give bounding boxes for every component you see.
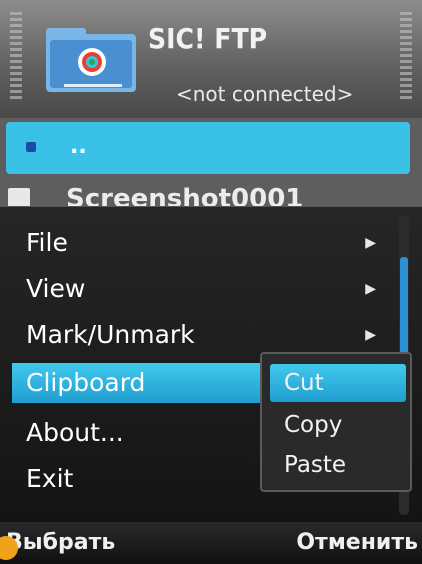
submenu-item-label: Cut bbox=[284, 370, 324, 396]
menu-item-label: Exit bbox=[26, 464, 74, 493]
app-header: SIC! FTP <not connected> bbox=[0, 0, 422, 118]
submenu-item-label: Copy bbox=[284, 412, 343, 438]
battery-indicator bbox=[400, 12, 412, 100]
folder-icon bbox=[46, 28, 136, 92]
list-item-label: .. bbox=[70, 134, 87, 159]
menu-item-label: View bbox=[26, 274, 86, 303]
submenu-item-copy[interactable]: Copy bbox=[270, 406, 406, 444]
scrollbar-thumb[interactable] bbox=[400, 257, 408, 367]
submenu-arrow-icon: ▶ bbox=[365, 327, 376, 343]
submenu-item-cut[interactable]: Cut bbox=[270, 364, 406, 402]
menu-item-label: Mark/Unmark bbox=[26, 320, 195, 349]
parent-dir-icon bbox=[26, 142, 36, 152]
select-softkey[interactable]: Выбрать bbox=[6, 530, 115, 555]
menu-item-file[interactable]: File ▶ bbox=[12, 223, 394, 263]
submenu-arrow-icon: ▶ bbox=[365, 281, 376, 297]
file-list: .. Screenshot0001 bbox=[0, 118, 422, 208]
list-item[interactable]: .. bbox=[6, 122, 410, 174]
app-title: SIC! FTP bbox=[148, 22, 268, 55]
image-file-icon bbox=[8, 188, 30, 208]
softkey-bar: Выбрать Отменить bbox=[0, 522, 422, 564]
menu-item-view[interactable]: View ▶ bbox=[12, 269, 394, 309]
submenu-item-paste[interactable]: Paste bbox=[270, 446, 406, 484]
menu-item-mark-unmark[interactable]: Mark/Unmark ▶ bbox=[12, 315, 394, 355]
connection-status: <not connected> bbox=[176, 82, 354, 106]
submenu-arrow-icon: ▶ bbox=[365, 235, 376, 251]
signal-indicator bbox=[10, 12, 22, 100]
cancel-softkey[interactable]: Отменить bbox=[296, 530, 418, 555]
menu-item-clipboard[interactable]: Clipboard bbox=[12, 363, 262, 403]
list-item-label: Screenshot0001 bbox=[66, 184, 304, 208]
menu-item-label: Clipboard bbox=[26, 368, 146, 397]
menu-item-label: File bbox=[26, 228, 68, 257]
list-item[interactable]: Screenshot0001 bbox=[0, 180, 422, 208]
menu-item-label: About... bbox=[26, 418, 124, 447]
submenu-item-label: Paste bbox=[284, 452, 347, 478]
clipboard-submenu: Cut Copy Paste bbox=[260, 352, 412, 492]
